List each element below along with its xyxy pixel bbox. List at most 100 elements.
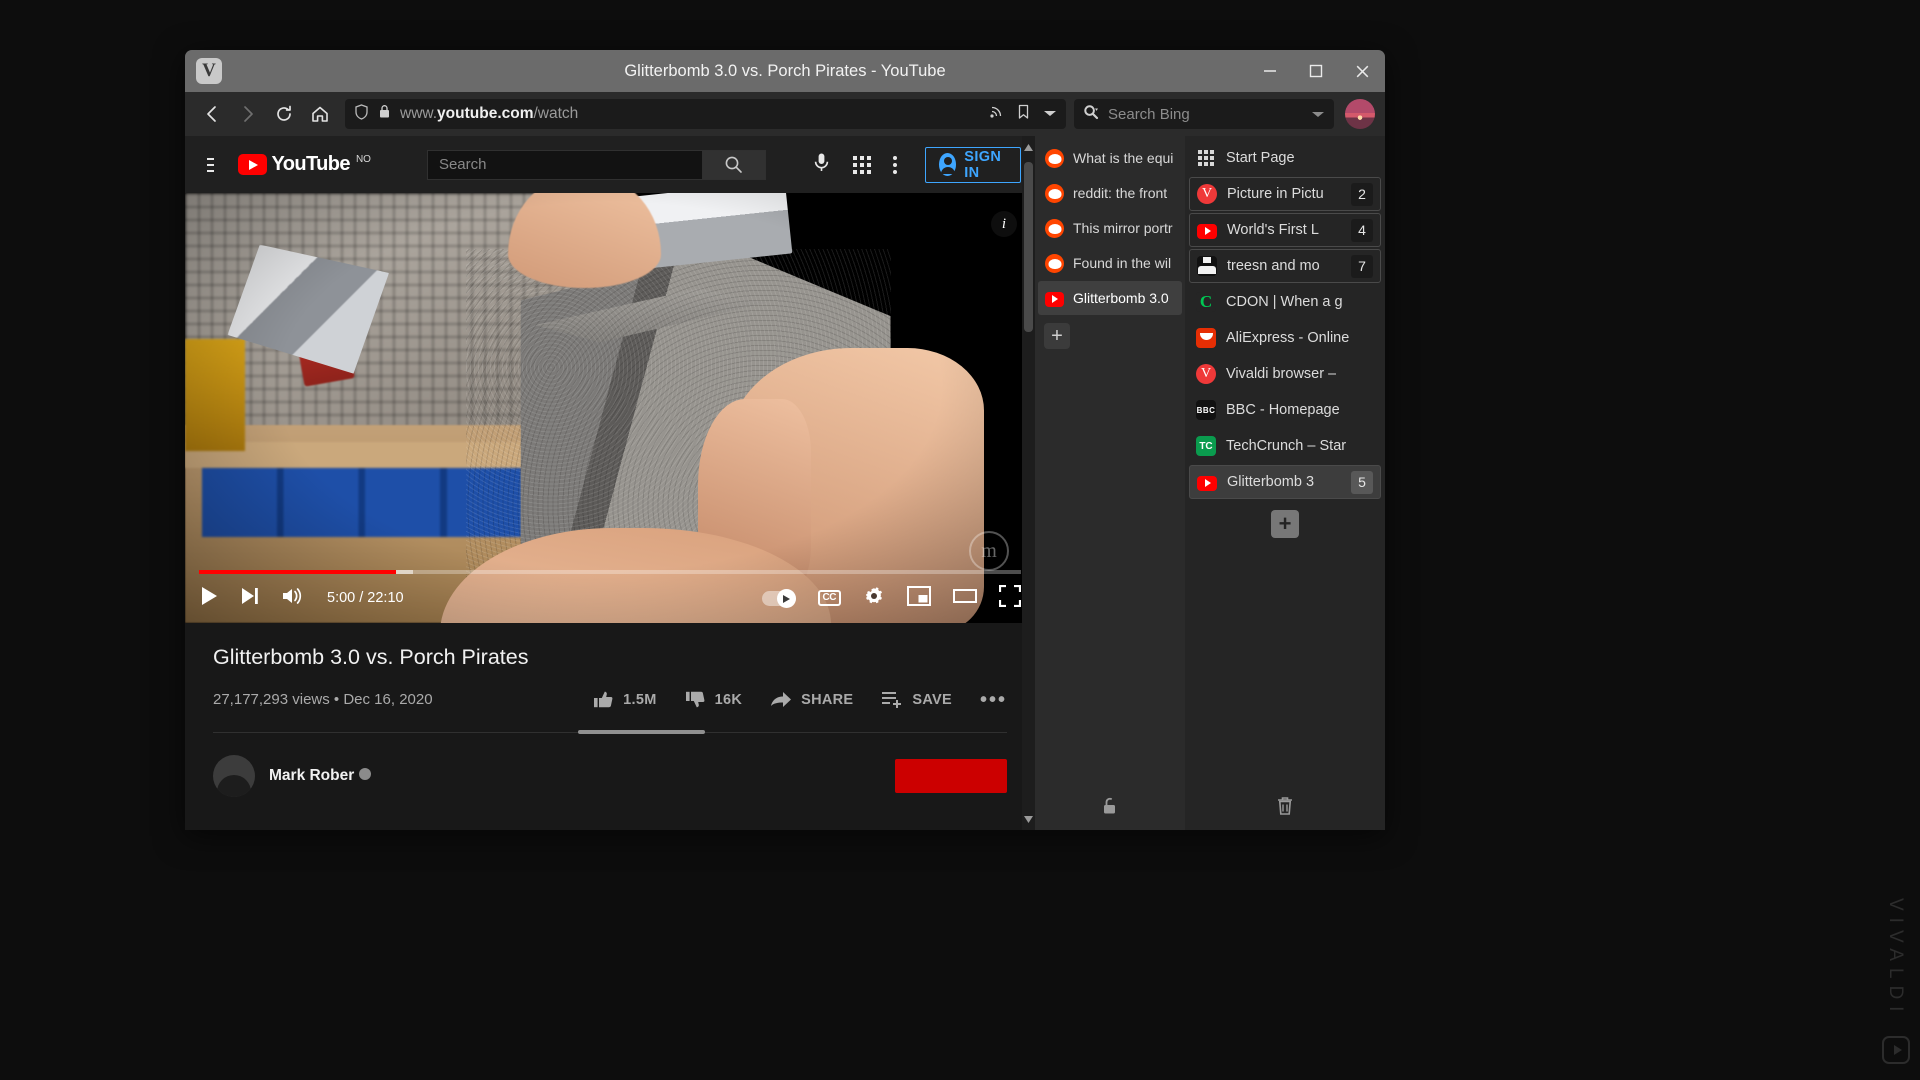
search-field[interactable]: Search Bing: [1074, 99, 1334, 129]
tab-stack-item-active[interactable]: Glitterbomb 3 5: [1189, 465, 1381, 499]
youtube-search: Search: [426, 149, 766, 180]
address-bar-actions: [989, 104, 1057, 125]
tab-stack-label: Glitterbomb 3: [1227, 474, 1315, 490]
tab-stack-item[interactable]: BBC BBC - Homepage: [1189, 393, 1381, 427]
more-options-icon[interactable]: [892, 155, 897, 174]
close-button[interactable]: [1339, 50, 1385, 92]
tab-stack-item[interactable]: treesn and mo 7: [1189, 249, 1381, 283]
apps-grid-icon[interactable]: [852, 155, 871, 174]
miniplayer-icon[interactable]: [907, 585, 931, 611]
channel-name[interactable]: Mark Rober: [269, 767, 372, 785]
tab-stack-badge: 2: [1351, 182, 1373, 206]
window-title: Glitterbomb 3.0 vs. Porch Pirates - YouT…: [624, 61, 946, 80]
reload-icon[interactable]: [267, 97, 301, 131]
microphone-icon[interactable]: [812, 152, 831, 178]
subscribe-button[interactable]: SUBSCRIBE: [894, 759, 1007, 793]
trash-icon[interactable]: [1275, 795, 1295, 821]
tree-icon: [1197, 256, 1217, 276]
share-button[interactable]: SHARE: [770, 690, 853, 710]
youtube-logo[interactable]: YouTube NO: [237, 153, 371, 175]
video-player[interactable]: i m 5:00 / 22:10 CC: [185, 193, 1035, 623]
tab-stack-label: AliExpress - Online: [1226, 330, 1350, 346]
forward-icon[interactable]: [231, 97, 265, 131]
profile-avatar[interactable]: [1345, 99, 1375, 129]
video-vignette: [185, 193, 1035, 623]
video-info-section: Glitterbomb 3.0 vs. Porch Pirates 27,177…: [185, 623, 1035, 797]
search-input[interactable]: Search Bing: [1108, 106, 1190, 123]
info-icon[interactable]: i: [991, 211, 1017, 237]
tab-column: What is the equi reddit: the front This …: [1035, 136, 1185, 830]
channel-avatar[interactable]: [213, 755, 255, 797]
save-button[interactable]: SAVE: [881, 691, 952, 709]
youtube-search-input[interactable]: Search: [426, 149, 702, 180]
dislike-button[interactable]: 16K: [685, 689, 743, 710]
video-views-date: 27,177,293 views • Dec 16, 2020: [213, 691, 433, 708]
menu-icon[interactable]: [207, 157, 214, 172]
scrollbar-thumb[interactable]: [1024, 162, 1033, 332]
autoplay-toggle[interactable]: [761, 588, 796, 608]
new-tab-button[interactable]: +: [1044, 323, 1070, 349]
address-bar[interactable]: www.youtube.com/watch: [345, 99, 1066, 129]
channel-row: Mark Rober SUBSCRIBE: [213, 755, 1007, 797]
subtitles-icon[interactable]: CC: [817, 590, 841, 606]
tab-stack-item[interactable]: C CDON | When a g: [1189, 285, 1381, 319]
aliexpress-icon: [1196, 328, 1216, 348]
lock-icon[interactable]: [378, 104, 391, 124]
scroll-down-arrow[interactable]: [1024, 810, 1033, 828]
progress-bar[interactable]: [199, 570, 1021, 574]
tab-stack-item[interactable]: TC TechCrunch – Star: [1189, 429, 1381, 463]
scroll-up-arrow[interactable]: [1024, 138, 1033, 156]
play-button[interactable]: [199, 585, 219, 612]
tab-stack-item[interactable]: V Vivaldi browser –: [1189, 357, 1381, 391]
theater-mode-icon[interactable]: [953, 587, 977, 610]
home-icon[interactable]: [303, 97, 337, 131]
more-actions-button[interactable]: •••: [979, 688, 1007, 711]
tab-item[interactable]: This mirror portr: [1038, 211, 1182, 245]
tab-stack-label: TechCrunch – Star: [1226, 438, 1347, 454]
minimize-button[interactable]: [1247, 50, 1293, 92]
verified-badge-icon: [359, 768, 372, 780]
tab-item[interactable]: reddit: the front: [1038, 176, 1182, 210]
rss-icon[interactable]: [989, 104, 1004, 124]
sign-in-button[interactable]: SIGN IN: [924, 146, 1021, 183]
new-tab-stack-button[interactable]: +: [1271, 510, 1299, 538]
next-video-button[interactable]: [239, 586, 261, 611]
video-action-buttons: 1.5M 16K SHARE SAVE •••: [593, 689, 1007, 710]
reddit-icon: [1045, 253, 1064, 273]
channel-watermark-icon[interactable]: m: [969, 531, 1009, 571]
volume-button[interactable]: [281, 585, 305, 612]
tab-stack-footer: [1189, 786, 1381, 830]
tab-stack-badge: 5: [1351, 470, 1373, 494]
back-icon[interactable]: [195, 97, 229, 131]
more-actions-label: •••: [979, 688, 1007, 711]
like-button[interactable]: 1.5M: [593, 689, 656, 710]
address-dropdown-icon[interactable]: [1043, 105, 1057, 123]
desktop-watermark-text: VIVALDI: [1885, 897, 1906, 1018]
youtube-header-icons: [812, 152, 897, 178]
tab-stack-item[interactable]: Start Page: [1189, 141, 1381, 175]
shield-icon[interactable]: [354, 103, 369, 125]
youtube-search-button[interactable]: [701, 149, 766, 180]
fullscreen-icon[interactable]: [998, 584, 1022, 612]
search-icon[interactable]: [1083, 104, 1099, 124]
youtube-logo-text: YouTube: [271, 153, 351, 175]
page-scrollbar[interactable]: [1022, 136, 1035, 830]
tab-item-active[interactable]: Glitterbomb 3.0: [1038, 281, 1182, 315]
search-dropdown-icon[interactable]: [1311, 106, 1325, 123]
bookmark-icon[interactable]: [1017, 104, 1030, 125]
video-title: Glitterbomb 3.0 vs. Porch Pirates: [213, 645, 529, 669]
tab-item[interactable]: Found in the wil: [1038, 246, 1182, 280]
tab-stack-item[interactable]: AliExpress - Online: [1189, 321, 1381, 355]
browser-toolbar: www.youtube.com/watch Search Bing: [185, 92, 1385, 136]
page-area: YouTube NO Search SIGN IN i m 5:00 / 22:…: [185, 136, 1385, 830]
unlock-icon[interactable]: [1100, 796, 1120, 821]
vivaldi-logo-icon[interactable]: V: [196, 58, 222, 84]
settings-gear-icon[interactable]: [863, 585, 885, 612]
maximize-button[interactable]: [1293, 50, 1339, 92]
tab-stack-item[interactable]: V Picture in Pictu 2: [1189, 177, 1381, 211]
cdon-icon: C: [1196, 292, 1216, 312]
tab-stack-label: Start Page: [1226, 150, 1295, 166]
tab-stack-label: World's First L: [1227, 222, 1319, 238]
tab-item[interactable]: What is the equi: [1038, 141, 1182, 175]
tab-stack-item[interactable]: World's First L 4: [1189, 213, 1381, 247]
